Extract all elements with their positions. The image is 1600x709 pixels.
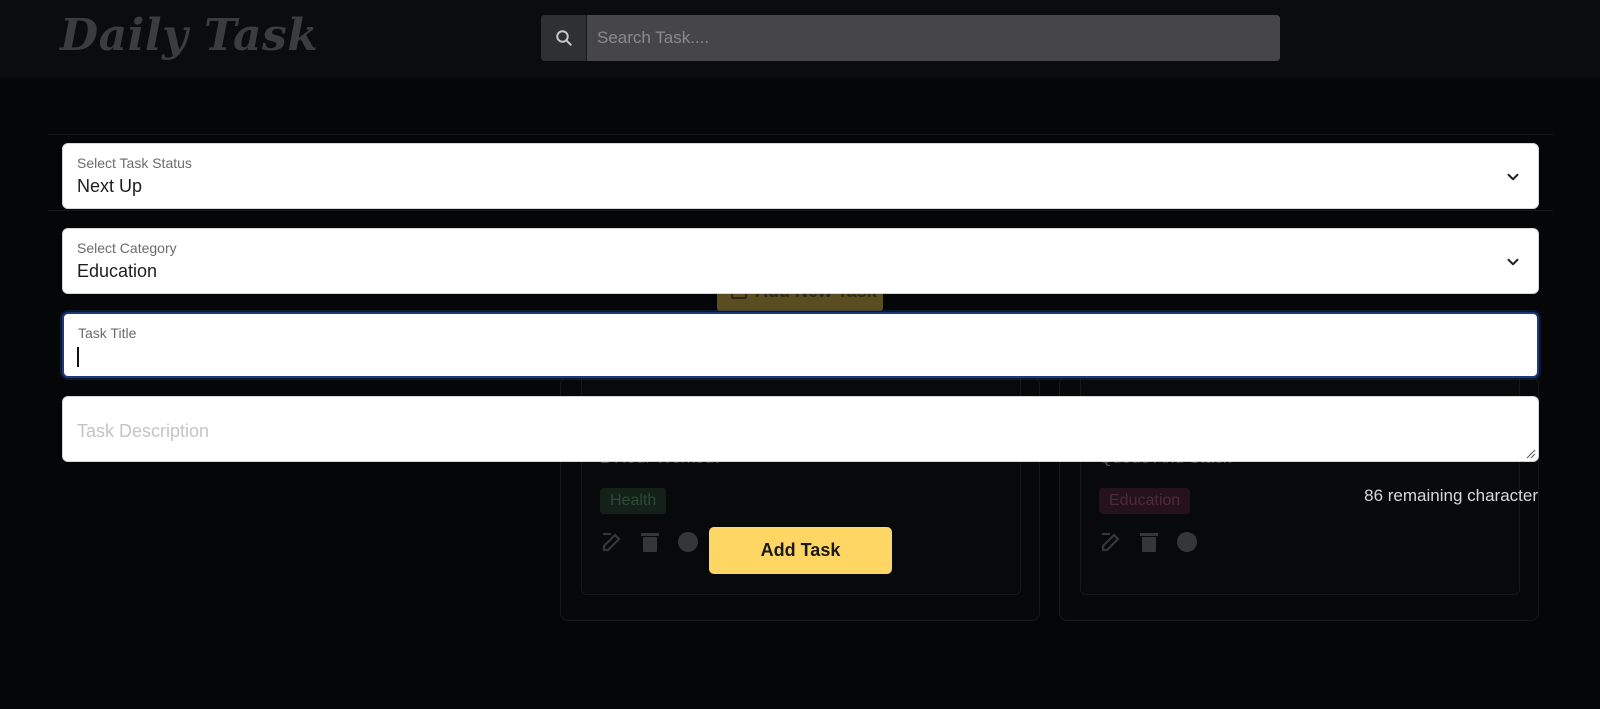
search-bar <box>541 15 1280 61</box>
divider <box>48 210 1553 211</box>
chevron-down-icon <box>1507 173 1519 181</box>
task-status-label: Select Task Status <box>77 155 192 171</box>
top-bar: Daily Task <box>0 0 1600 78</box>
task-card-actions <box>1099 530 1199 554</box>
trash-icon[interactable] <box>638 530 662 554</box>
trash-icon[interactable] <box>1137 530 1161 554</box>
search-button[interactable] <box>541 15 587 61</box>
task-status-select[interactable]: Select Task Status Next Up <box>62 143 1539 209</box>
search-icon <box>555 30 572 46</box>
task-title-input[interactable]: Task Title <box>62 312 1539 378</box>
divider <box>48 134 1553 135</box>
search-input[interactable] <box>587 15 1280 61</box>
palette-icon[interactable] <box>676 530 700 554</box>
task-card-actions <box>600 530 700 554</box>
app-logo: Daily Task <box>60 10 319 61</box>
chevron-down-icon <box>1507 258 1519 266</box>
task-description-placeholder: Task Description <box>77 421 210 441</box>
category-label: Select Category <box>77 240 177 256</box>
category-select[interactable]: Select Category Education <box>62 228 1539 294</box>
task-card-tag: Health <box>600 488 667 514</box>
edit-icon[interactable] <box>600 530 624 554</box>
palette-icon[interactable] <box>1175 530 1199 554</box>
resize-handle-icon[interactable] <box>1526 449 1536 459</box>
category-value: Education <box>77 261 158 281</box>
task-description-textarea[interactable]: Task Description <box>62 396 1539 462</box>
add-task-button[interactable]: Add Task <box>709 527 892 574</box>
task-card-tag: Education <box>1099 488 1191 514</box>
remaining-characters: 86 remaining character <box>1364 486 1538 505</box>
task-title-label: Task Title <box>78 325 137 341</box>
task-status-value: Next Up <box>77 176 143 196</box>
text-caret <box>77 347 79 367</box>
edit-icon[interactable] <box>1099 530 1123 554</box>
